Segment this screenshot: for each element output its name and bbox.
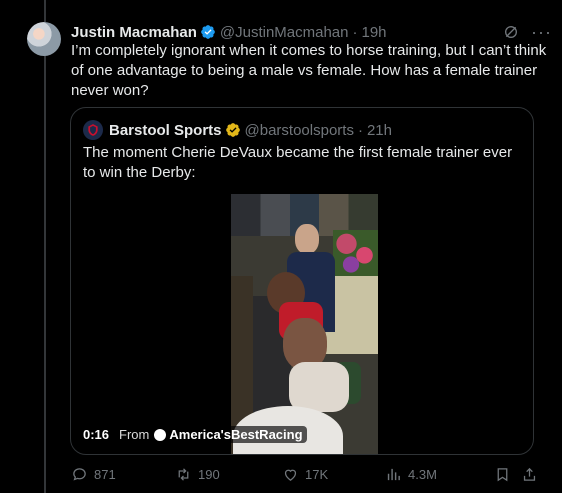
author-handle[interactable]: @JustinMacmahan	[220, 24, 349, 41]
action-bar: 871 190 17K 4.3M	[71, 466, 541, 486]
reply-button[interactable]: 871	[71, 466, 116, 483]
like-icon	[284, 469, 297, 481]
quote-author-handle[interactable]: @barstoolsports	[245, 122, 354, 139]
barstool-logo-icon	[88, 124, 98, 136]
quote-timestamp[interactable]: 21h	[367, 122, 392, 139]
video-frame-flowers	[333, 230, 378, 276]
quote-card[interactable]: Barstool Sports @barstoolsports · 21h Th…	[70, 107, 534, 455]
repost-count: 190	[198, 467, 220, 482]
view-count: 4.3M	[408, 467, 437, 482]
video-player[interactable]	[231, 194, 378, 454]
avatar[interactable]	[27, 22, 61, 56]
author-name[interactable]: Justin Macmahan	[71, 24, 197, 41]
quote-avatar	[83, 120, 103, 140]
video-from-label: From	[119, 427, 150, 442]
repost-icon	[178, 468, 189, 481]
tweet-header: Justin Macmahan @JustinMacmahan · 19h ··…	[71, 22, 552, 42]
timestamp[interactable]: 19h	[362, 24, 387, 41]
share-icon	[523, 467, 536, 481]
share-button[interactable]	[521, 466, 544, 483]
more-icon[interactable]: ···	[531, 23, 552, 41]
quote-text: The moment Cherie DeVaux became the firs…	[83, 144, 513, 181]
bookmark-icon	[497, 468, 508, 482]
video-frame-person	[295, 224, 319, 254]
source-logo-icon	[154, 428, 167, 441]
quote-author-name[interactable]: Barstool Sports	[109, 122, 222, 139]
video-info-bar: 0:16 From America'sBestRacing	[83, 426, 307, 443]
video-source-link[interactable]: America'sBestRacing	[152, 426, 307, 443]
views-icon	[387, 468, 400, 481]
views-button[interactable]: 4.3M	[385, 466, 437, 483]
reply-count: 871	[94, 467, 116, 482]
repost-button[interactable]: 190	[175, 466, 220, 483]
video-frame-person	[289, 362, 349, 412]
like-button[interactable]: 17K	[282, 466, 328, 483]
like-count: 17K	[305, 467, 329, 482]
verified-badge-icon	[201, 25, 215, 39]
grok-icon[interactable]	[503, 24, 519, 40]
reply-icon	[73, 468, 86, 481]
quote-header: Barstool Sports @barstoolsports · 21h	[83, 120, 392, 140]
verified-badge-icon	[225, 123, 240, 137]
tweet-text: I’m completely ignorant when it comes to…	[71, 42, 547, 99]
separator-dot: ·	[357, 121, 363, 139]
video-duration: 0:16	[83, 427, 110, 442]
separator-dot: ·	[352, 23, 358, 41]
thread-line	[44, 0, 46, 493]
video-source-name: America'sBestRacing	[169, 427, 303, 442]
bookmark-button[interactable]	[494, 466, 517, 483]
